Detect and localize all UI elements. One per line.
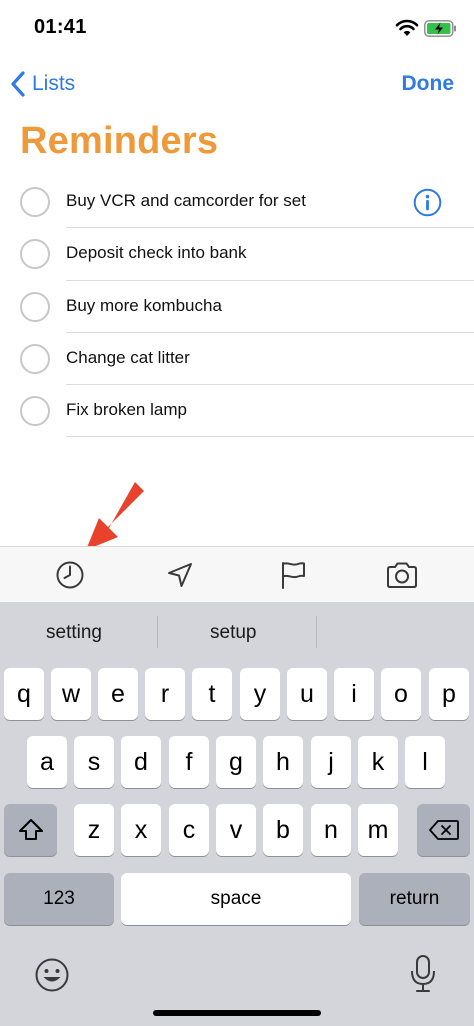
reminder-list: Buy VCR and camcorder for set Deposit ch… <box>0 176 474 438</box>
key-s[interactable]: s <box>74 736 114 788</box>
key-k[interactable]: k <box>358 736 398 788</box>
status-bar: 01:41 <box>0 0 474 60</box>
reminder-row[interactable]: Buy VCR and camcorder for set <box>0 176 474 229</box>
back-button[interactable]: Lists <box>8 66 75 102</box>
page-title: Reminders <box>20 120 219 162</box>
key-r[interactable]: r <box>145 668 185 720</box>
key-x[interactable]: x <box>121 804 161 856</box>
reminder-row[interactable]: Fix broken lamp <box>0 385 474 438</box>
key-m[interactable]: m <box>358 804 398 856</box>
microphone-icon[interactable] <box>408 954 438 994</box>
wifi-icon <box>395 19 419 36</box>
reminder-text[interactable]: Buy more kombucha <box>66 296 222 316</box>
flag-icon[interactable] <box>276 558 310 592</box>
complete-checkbox[interactable] <box>20 343 50 374</box>
key-a[interactable]: a <box>27 736 67 788</box>
suggestion-bar: setting setup <box>0 602 474 664</box>
key-q[interactable]: q <box>4 668 44 720</box>
key-l[interactable]: l <box>405 736 445 788</box>
key-p[interactable]: p <box>429 668 469 720</box>
clock-icon[interactable] <box>53 558 87 592</box>
key-y[interactable]: y <box>240 668 280 720</box>
complete-checkbox[interactable] <box>20 291 50 322</box>
reminder-row[interactable]: Buy more kombucha <box>0 281 474 333</box>
key-v[interactable]: v <box>216 804 256 856</box>
numbers-key[interactable]: 123 <box>4 873 114 925</box>
key-t[interactable]: t <box>192 668 232 720</box>
red-arrow <box>86 482 144 550</box>
suggestion-item[interactable]: setting <box>46 622 102 644</box>
space-key[interactable]: space <box>121 873 351 925</box>
shift-icon <box>18 819 43 840</box>
key-u[interactable]: u <box>287 668 327 720</box>
suggestion-item[interactable]: setup <box>210 622 256 644</box>
suggestion-divider <box>157 616 158 648</box>
camera-icon[interactable] <box>385 558 419 592</box>
reminder-row[interactable]: Deposit check into bank <box>0 228 474 281</box>
status-time: 01:41 <box>34 16 87 38</box>
back-button-label: Lists <box>32 72 76 95</box>
delete-key[interactable] <box>417 804 470 856</box>
done-button[interactable]: Done <box>402 66 455 102</box>
battery-charging-icon <box>424 20 456 37</box>
backspace-icon <box>428 820 459 840</box>
keyboard: setting setup q w e r t y u i o p a s d … <box>0 602 474 1026</box>
return-key[interactable]: return <box>359 873 470 925</box>
key-h[interactable]: h <box>263 736 303 788</box>
location-arrow-icon[interactable] <box>163 558 197 592</box>
suggestion-divider <box>316 616 317 648</box>
key-w[interactable]: w <box>51 668 91 720</box>
key-n[interactable]: n <box>311 804 351 856</box>
complete-checkbox[interactable] <box>20 187 50 217</box>
key-z[interactable]: z <box>74 804 114 856</box>
reminder-row[interactable]: Change cat litter <box>0 333 474 386</box>
key-d[interactable]: d <box>121 736 161 788</box>
row-divider <box>66 436 474 438</box>
reminder-text[interactable]: Change cat litter <box>66 348 190 368</box>
home-indicator <box>153 1010 321 1016</box>
key-g[interactable]: g <box>216 736 256 788</box>
reminder-text[interactable]: Fix broken lamp <box>66 400 187 420</box>
key-j[interactable]: j <box>311 736 351 788</box>
shift-key[interactable] <box>4 804 57 856</box>
reminder-text[interactable]: Deposit check into bank <box>66 243 247 263</box>
complete-checkbox[interactable] <box>20 239 50 270</box>
complete-checkbox[interactable] <box>20 396 50 427</box>
key-e[interactable]: e <box>98 668 138 720</box>
key-i[interactable]: i <box>334 668 374 720</box>
nav-bar: Lists Done <box>0 62 474 106</box>
key-c[interactable]: c <box>169 804 209 856</box>
key-f[interactable]: f <box>169 736 209 788</box>
emoji-icon[interactable] <box>34 957 70 993</box>
reminder-toolbar <box>0 546 474 602</box>
key-b[interactable]: b <box>263 804 303 856</box>
reminder-text[interactable]: Buy VCR and camcorder for set <box>66 191 306 211</box>
chevron-left-icon <box>11 71 25 97</box>
key-o[interactable]: o <box>381 668 421 720</box>
info-icon[interactable] <box>413 188 442 217</box>
